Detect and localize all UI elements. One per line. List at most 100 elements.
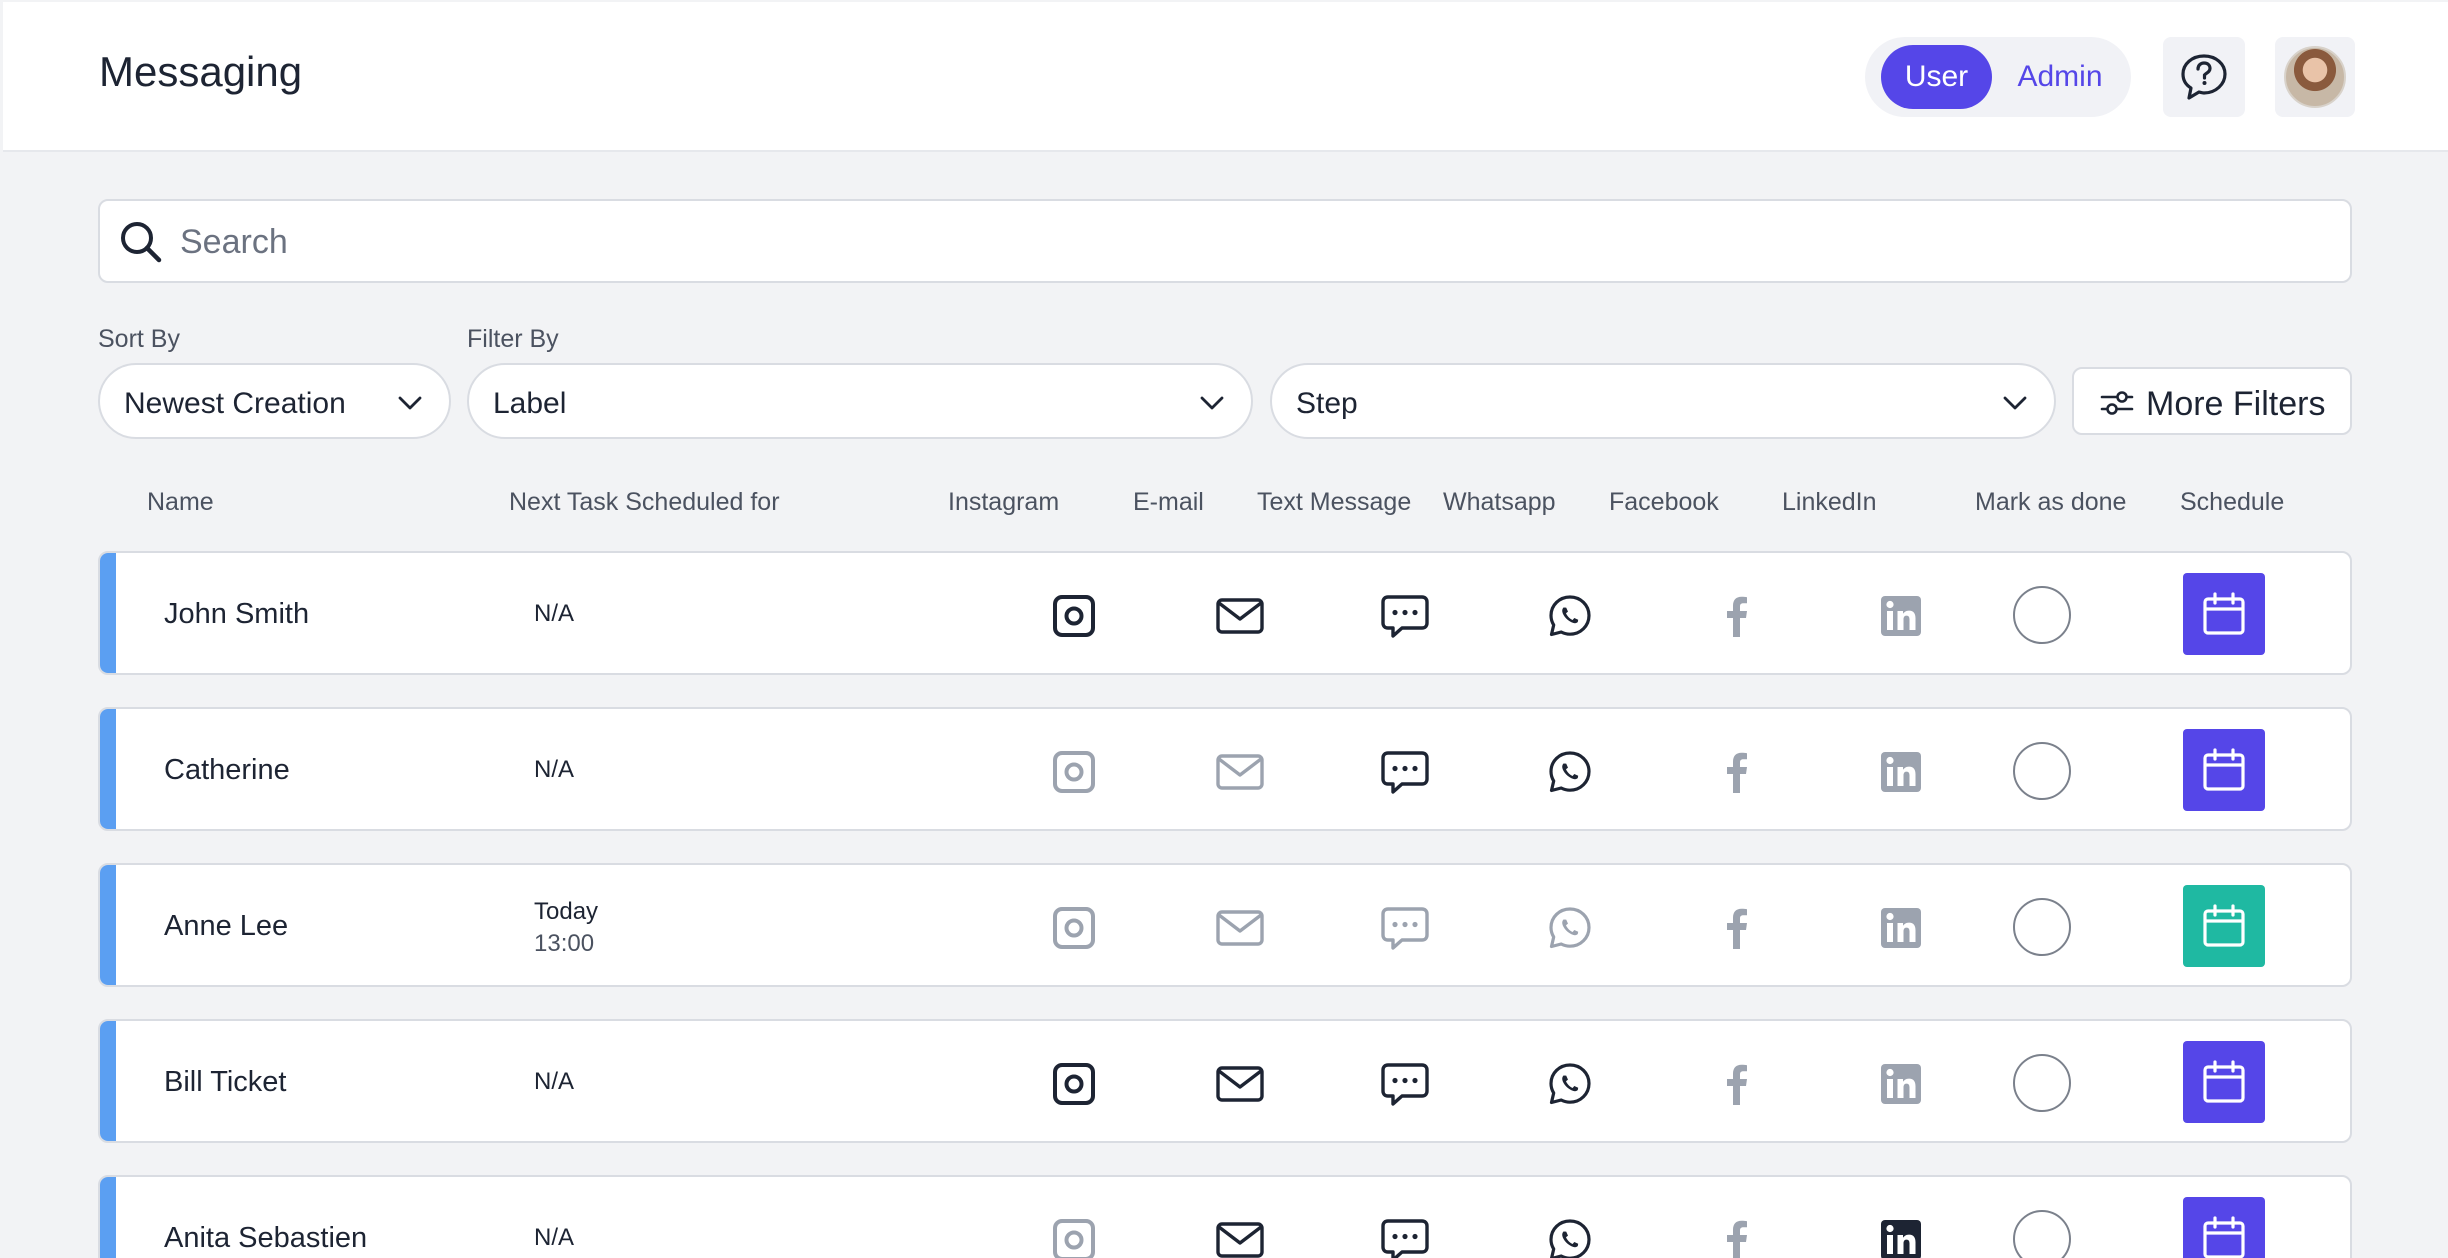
table-row[interactable]: Catherine N/A — [98, 707, 2352, 831]
row-accent-bar — [100, 1021, 116, 1141]
text-message-channel-button[interactable] — [1378, 1057, 1432, 1111]
mark-as-done-checkbox[interactable] — [2013, 742, 2071, 800]
mark-as-done-checkbox[interactable] — [2013, 1210, 2071, 1258]
email-channel-button[interactable] — [1213, 901, 1267, 955]
mark-as-done-checkbox[interactable] — [2013, 1054, 2071, 1112]
facebook-channel-button[interactable] — [1709, 745, 1763, 799]
whatsapp-channel-button[interactable] — [1543, 589, 1597, 643]
text-message-channel-button[interactable] — [1378, 901, 1432, 955]
step-select[interactable]: Step — [1270, 363, 2056, 439]
instagram-channel-button[interactable] — [1047, 589, 1101, 643]
instagram-channel-button[interactable] — [1047, 1057, 1101, 1111]
filter-by-label: Filter By — [467, 325, 559, 353]
column-header-name: Name — [147, 488, 214, 516]
table-row[interactable]: Bill Ticket N/A — [98, 1019, 2352, 1143]
mark-as-done-checkbox[interactable] — [2013, 898, 2071, 956]
calendar-icon — [2203, 1060, 2245, 1103]
email-channel-button[interactable] — [1213, 745, 1267, 799]
next-task: Today 13:00 — [534, 896, 598, 960]
linkedin-channel-button[interactable] — [1874, 1213, 1928, 1258]
schedule-button[interactable] — [2183, 573, 2265, 655]
text-message-channel-button[interactable] — [1378, 1213, 1432, 1258]
schedule-button[interactable] — [2183, 1197, 2265, 1258]
schedule-button[interactable] — [2183, 885, 2265, 967]
sort-select-value: Newest Creation — [124, 387, 346, 420]
next-task: N/A — [534, 756, 575, 783]
search-input[interactable] — [180, 215, 2330, 269]
email-channel-button[interactable] — [1213, 1057, 1267, 1111]
sliders-icon — [2100, 391, 2134, 415]
whatsapp-icon — [1547, 905, 1593, 951]
row-accent-bar — [100, 1177, 116, 1258]
row-accent-bar — [100, 709, 116, 829]
instagram-channel-button[interactable] — [1047, 745, 1101, 799]
schedule-button[interactable] — [2183, 729, 2265, 811]
contact-name: John Smith — [164, 598, 310, 630]
more-filters-button[interactable]: More Filters — [2072, 367, 2352, 435]
table-row[interactable]: John Smith N/A — [98, 551, 2352, 675]
linkedin-channel-button[interactable] — [1874, 745, 1928, 799]
linkedin-icon — [1879, 1062, 1923, 1106]
column-header-instagram: Instagram — [948, 488, 1060, 516]
role-user-button[interactable]: User — [1881, 45, 1992, 109]
column-header-mark-as-done: Mark as done — [1975, 488, 2127, 516]
column-header-schedule: Schedule — [2180, 488, 2285, 516]
table-row[interactable]: Anita Sebastien N/A — [98, 1175, 2352, 1258]
facebook-channel-button[interactable] — [1709, 901, 1763, 955]
linkedin-channel-button[interactable] — [1874, 901, 1928, 955]
whatsapp-channel-button[interactable] — [1543, 1213, 1597, 1258]
text-message-icon — [1380, 905, 1430, 951]
table-row[interactable]: Anne Lee Today 13:00 — [98, 863, 2352, 987]
mark-as-done-checkbox[interactable] — [2013, 586, 2071, 644]
whatsapp-icon — [1547, 1061, 1593, 1107]
linkedin-channel-button[interactable] — [1874, 589, 1928, 643]
facebook-channel-button[interactable] — [1709, 1213, 1763, 1258]
instagram-channel-button[interactable] — [1047, 901, 1101, 955]
instagram-icon — [1050, 904, 1098, 952]
next-task-day: Today — [534, 898, 599, 925]
facebook-channel-button[interactable] — [1709, 1057, 1763, 1111]
chevron-down-icon — [2003, 396, 2027, 410]
column-header-facebook: Facebook — [1609, 488, 1719, 516]
whatsapp-icon — [1547, 1217, 1593, 1258]
text-message-icon — [1380, 1217, 1430, 1258]
email-icon — [1215, 1064, 1265, 1104]
email-channel-button[interactable] — [1213, 1213, 1267, 1258]
text-message-icon — [1380, 749, 1430, 795]
instagram-icon — [1050, 1060, 1098, 1108]
whatsapp-channel-button[interactable] — [1543, 901, 1597, 955]
instagram-icon — [1050, 1216, 1098, 1258]
label-select[interactable]: Label — [467, 363, 1253, 439]
contact-name: Anne Lee — [164, 910, 289, 942]
sort-select[interactable]: Newest Creation — [98, 363, 451, 439]
whatsapp-channel-button[interactable] — [1543, 1057, 1597, 1111]
whatsapp-channel-button[interactable] — [1543, 745, 1597, 799]
search-icon — [121, 222, 162, 263]
text-message-channel-button[interactable] — [1378, 589, 1432, 643]
page-title: Messaging — [99, 48, 303, 95]
whatsapp-icon — [1547, 749, 1593, 795]
facebook-icon — [1721, 1061, 1751, 1107]
facebook-icon — [1721, 905, 1751, 951]
avatar-button[interactable] — [2275, 37, 2355, 117]
instagram-icon — [1050, 592, 1098, 640]
next-task: N/A — [534, 1068, 575, 1095]
help-button[interactable] — [2163, 37, 2245, 117]
chevron-down-icon — [1200, 396, 1224, 410]
linkedin-icon — [1879, 750, 1923, 794]
email-channel-button[interactable] — [1213, 589, 1267, 643]
instagram-channel-button[interactable] — [1047, 1213, 1101, 1258]
calendar-icon — [2203, 748, 2245, 791]
chevron-down-icon — [398, 396, 422, 410]
next-task-time: 13:00 — [534, 930, 595, 957]
linkedin-channel-button[interactable] — [1874, 1057, 1928, 1111]
help-icon — [2181, 54, 2227, 100]
text-message-channel-button[interactable] — [1378, 745, 1432, 799]
schedule-button[interactable] — [2183, 1041, 2265, 1123]
column-header-email: E-mail — [1133, 488, 1204, 516]
linkedin-icon — [1879, 906, 1923, 950]
facebook-channel-button[interactable] — [1709, 589, 1763, 643]
role-admin-button[interactable]: Admin — [2001, 45, 2119, 109]
contact-name: Catherine — [164, 754, 290, 786]
column-header-text-message: Text Message — [1257, 488, 1412, 516]
